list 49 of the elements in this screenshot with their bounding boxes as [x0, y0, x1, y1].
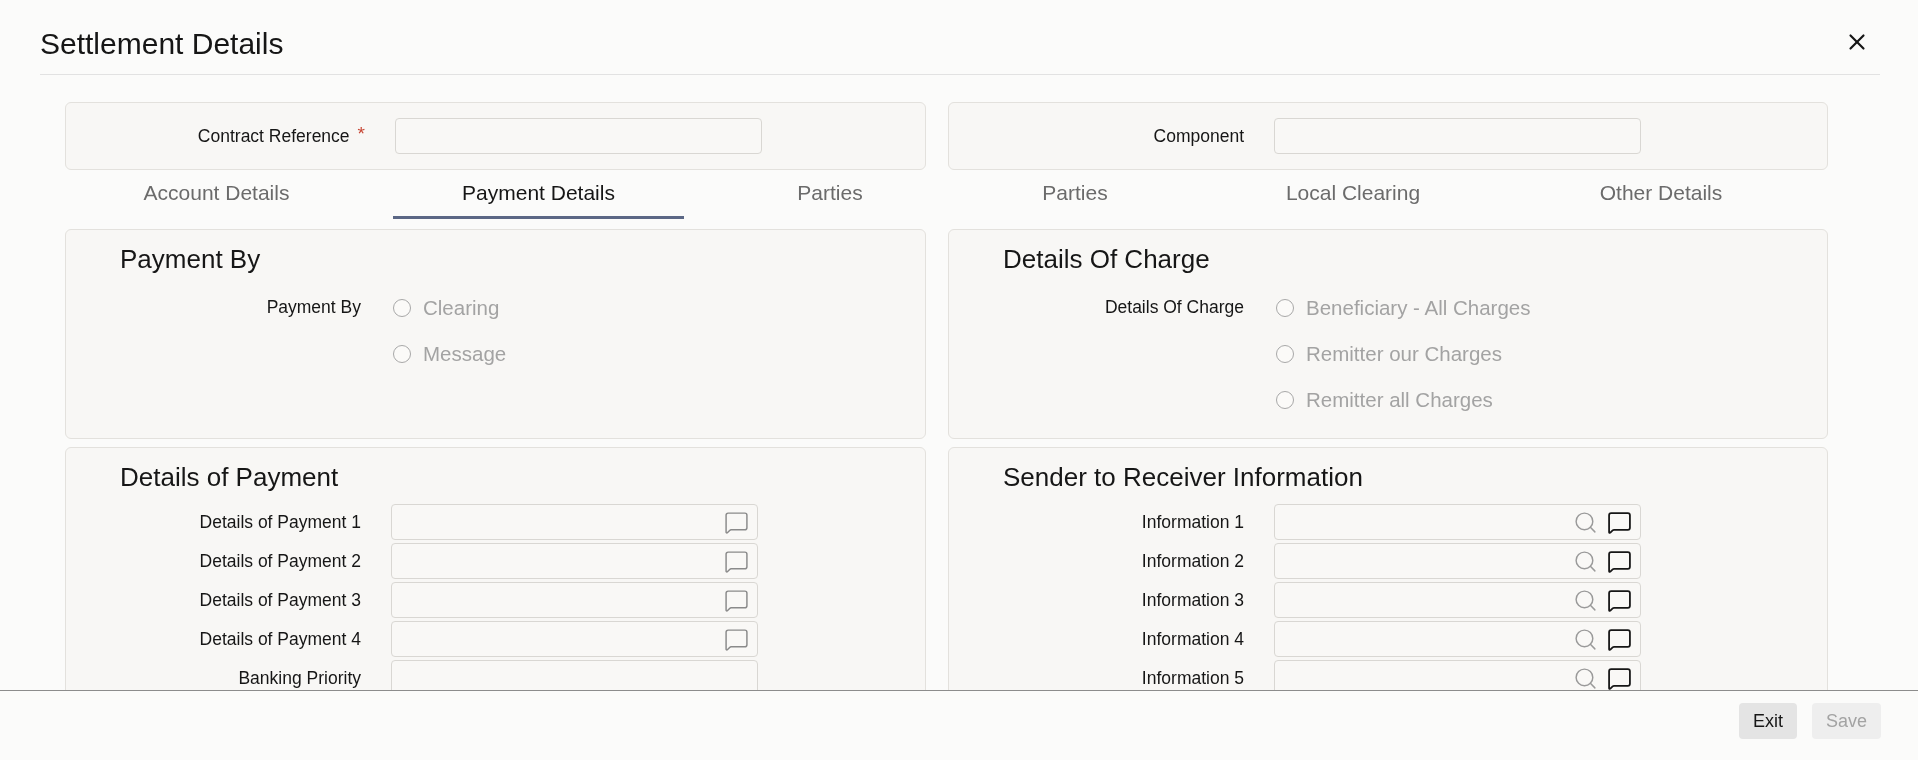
text-field[interactable] [1274, 504, 1641, 540]
text-field[interactable] [391, 543, 758, 579]
tab[interactable]: Parties [976, 170, 1174, 219]
tab[interactable]: Local Clearing [1174, 170, 1532, 219]
text-field[interactable] [391, 621, 758, 657]
speech-bubble-icon[interactable] [1607, 587, 1632, 613]
search-icon[interactable] [1573, 626, 1598, 652]
section-heading: Sender to Receiver Information [1003, 462, 1363, 492]
text-field[interactable] [391, 660, 758, 690]
field-label: Details Of Charge [1104, 296, 1244, 318]
speech-bubble-icon[interactable] [1607, 548, 1632, 574]
exit-button[interactable]: Exit [1738, 703, 1797, 739]
speech-bubble-icon[interactable] [1607, 665, 1632, 690]
text-field[interactable] [1274, 118, 1641, 154]
dialog-title: Settlement Details [40, 26, 284, 62]
tab[interactable]: Payment Details [393, 170, 684, 219]
tab[interactable]: Other Details [1532, 170, 1790, 219]
search-icon[interactable] [1573, 665, 1598, 690]
search-icon[interactable] [1573, 509, 1598, 535]
field-label: Details of Payment 4 [199, 628, 361, 650]
field-label: Component [1153, 125, 1244, 147]
field-label: Details of Payment 1 [199, 511, 361, 533]
field-label: Details of Payment 3 [199, 589, 361, 611]
text-field[interactable] [1274, 543, 1641, 579]
speech-bubble-icon[interactable] [1607, 509, 1632, 535]
field-label: Information 2 [1141, 550, 1244, 572]
field-label: Details of Payment 2 [199, 550, 361, 572]
text-field[interactable] [1274, 660, 1641, 690]
section-heading: Details Of Charge [1003, 244, 1210, 274]
search-icon[interactable] [1573, 587, 1598, 613]
field-label: Information 1 [1141, 511, 1244, 533]
field-label: Information 5 [1141, 667, 1244, 689]
tab[interactable]: Account Details [40, 170, 393, 219]
field-label: Information 4 [1141, 628, 1244, 650]
text-field[interactable] [391, 504, 758, 540]
field-label: Payment By [266, 296, 361, 318]
text-field[interactable] [1274, 582, 1641, 618]
required-marker: * [357, 125, 365, 143]
section-heading: Details of Payment [120, 462, 339, 492]
field-label: Contract Reference [197, 125, 350, 147]
field-label: Banking Priority [238, 667, 361, 689]
field-label: Information 3 [1141, 589, 1244, 611]
section-heading: Payment By [120, 244, 261, 274]
speech-bubble-icon[interactable] [1607, 626, 1632, 652]
text-field[interactable] [1274, 621, 1641, 657]
tab[interactable]: Parties [684, 170, 976, 219]
text-field[interactable] [391, 582, 758, 618]
search-icon[interactable] [1573, 548, 1598, 574]
text-field[interactable] [395, 118, 762, 154]
